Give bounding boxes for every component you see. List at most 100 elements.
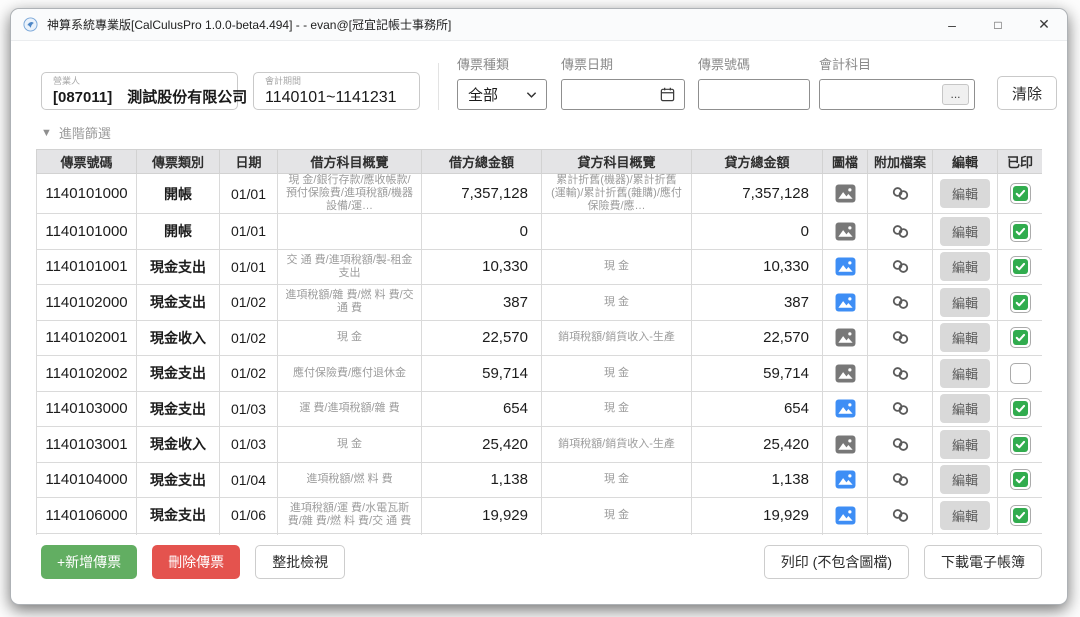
account-browse-button[interactable]: ...: [942, 84, 969, 105]
cell-credit-total: 19,929: [692, 498, 823, 534]
printed-checkbox[interactable]: [1010, 183, 1031, 204]
advanced-filter-toggle[interactable]: ▼ 進階篩選: [41, 123, 1067, 142]
check-icon: [1013, 224, 1028, 239]
edit-button[interactable]: 編輯: [940, 501, 990, 530]
accounting-period-label: 會計期間: [265, 76, 408, 87]
edit-button[interactable]: 編輯: [940, 179, 990, 208]
voucher-no-group: 傳票號碼: [685, 54, 810, 110]
edit-button[interactable]: 編輯: [940, 252, 990, 281]
cell-voucher-type: 現金支出: [137, 285, 220, 321]
cell-voucher-type: 開帳: [137, 174, 220, 214]
vertical-divider: [438, 63, 439, 110]
image-icon[interactable]: [835, 222, 856, 241]
cell-credit-total: 22,570: [692, 320, 823, 356]
edit-button[interactable]: 編輯: [940, 217, 990, 246]
image-icon[interactable]: [835, 364, 856, 383]
attachment-link-icon[interactable]: [891, 470, 910, 489]
edit-button[interactable]: 編輯: [940, 323, 990, 352]
cell-debit-total: 0: [422, 214, 542, 250]
account-label: 會計科目: [819, 54, 975, 73]
voucher-no-label: 傳票號碼: [698, 54, 810, 73]
printed-checkbox[interactable]: [1010, 363, 1031, 384]
printed-checkbox[interactable]: [1010, 221, 1031, 242]
printed-checkbox[interactable]: [1010, 469, 1031, 490]
edit-button[interactable]: 編輯: [940, 359, 990, 388]
cell-printed: [998, 462, 1043, 498]
printed-checkbox[interactable]: [1010, 434, 1031, 455]
calendar-icon[interactable]: [659, 86, 676, 103]
image-icon[interactable]: [835, 470, 856, 489]
edit-button[interactable]: 編輯: [940, 430, 990, 459]
cell-attachment: [868, 285, 933, 321]
accounting-period-field[interactable]: 會計期間 1140101~1141231: [253, 72, 420, 110]
col-header-credit-total: 貸方總金額: [692, 150, 823, 174]
cell-printed: [998, 427, 1043, 463]
cell-edit: 編輯: [933, 214, 998, 250]
cell-debit-total: 19,929: [422, 498, 542, 534]
col-header-edit: 編輯: [933, 150, 998, 174]
voucher-type-label: 傳票種類: [457, 54, 547, 73]
close-button[interactable]: ✕: [1021, 9, 1067, 40]
cell-printed: [998, 498, 1043, 534]
cell-credit-total: 7,357,128: [692, 174, 823, 214]
printed-checkbox[interactable]: [1010, 505, 1031, 526]
delete-voucher-button[interactable]: 刪除傳票: [152, 545, 240, 579]
voucher-date-input[interactable]: [562, 87, 659, 103]
voucher-no-input[interactable]: [699, 87, 809, 103]
account-input[interactable]: [820, 87, 942, 103]
business-field[interactable]: 營業人 [087011] 測試股份有限公司: [41, 72, 238, 110]
cell-attachment: [868, 462, 933, 498]
attachment-link-icon[interactable]: [891, 364, 910, 383]
check-icon: [1013, 472, 1028, 487]
image-icon[interactable]: [835, 506, 856, 525]
attachment-link-icon[interactable]: [891, 293, 910, 312]
cell-voucher-type: 現金支出: [137, 249, 220, 285]
accounting-period-value: 1140101~1141231: [265, 87, 408, 109]
attachment-link-icon[interactable]: [891, 399, 910, 418]
edit-button[interactable]: 編輯: [940, 394, 990, 423]
cell-debit-overview: 進項稅額/運 費/水電瓦斯費/雜 費/燃 料 費/交 通 費: [278, 498, 422, 534]
voucher-type-group: 傳票種類 全部: [457, 54, 547, 110]
check-icon: [1013, 330, 1028, 345]
clear-button[interactable]: 清除: [997, 76, 1057, 110]
printed-checkbox[interactable]: [1010, 256, 1031, 277]
attachment-link-icon[interactable]: [891, 328, 910, 347]
cell-debit-total: 25,420: [422, 427, 542, 463]
cell-image: [823, 427, 868, 463]
image-icon[interactable]: [835, 399, 856, 418]
image-icon[interactable]: [835, 257, 856, 276]
printed-checkbox[interactable]: [1010, 327, 1031, 348]
attachment-link-icon[interactable]: [891, 506, 910, 525]
triangle-down-icon: ▼: [41, 127, 52, 139]
cell-credit-total: 10,330: [692, 249, 823, 285]
printed-checkbox[interactable]: [1010, 292, 1031, 313]
attachment-link-icon[interactable]: [891, 184, 910, 203]
check-icon: [1013, 295, 1028, 310]
image-icon[interactable]: [835, 184, 856, 203]
cell-printed: [998, 391, 1043, 427]
printed-checkbox[interactable]: [1010, 398, 1031, 419]
cell-credit-total: 0: [692, 214, 823, 250]
image-icon[interactable]: [835, 435, 856, 454]
cell-debit-total: 387: [422, 285, 542, 321]
cell-edit: 編輯: [933, 462, 998, 498]
cell-date: 01/04: [220, 462, 278, 498]
attachment-link-icon[interactable]: [891, 222, 910, 241]
minimize-button[interactable]: –: [929, 9, 975, 40]
image-icon[interactable]: [835, 293, 856, 312]
cell-debit-total: 59,714: [422, 356, 542, 392]
add-voucher-button[interactable]: +新增傳票: [41, 545, 137, 579]
print-button[interactable]: 列印 (不包含圖檔): [764, 545, 909, 579]
batch-view-button[interactable]: 整批檢視: [255, 545, 345, 579]
cell-image: [823, 462, 868, 498]
edit-button[interactable]: 編輯: [940, 465, 990, 494]
download-ebook-button[interactable]: 下載電子帳簿: [924, 545, 1042, 579]
edit-button[interactable]: 編輯: [940, 288, 990, 317]
account-field: ...: [819, 79, 975, 110]
maximize-button[interactable]: □: [975, 9, 1021, 40]
voucher-type-select[interactable]: 全部: [457, 79, 547, 110]
image-icon[interactable]: [835, 328, 856, 347]
col-header-image: 圖檔: [823, 150, 868, 174]
attachment-link-icon[interactable]: [891, 257, 910, 276]
attachment-link-icon[interactable]: [891, 435, 910, 454]
